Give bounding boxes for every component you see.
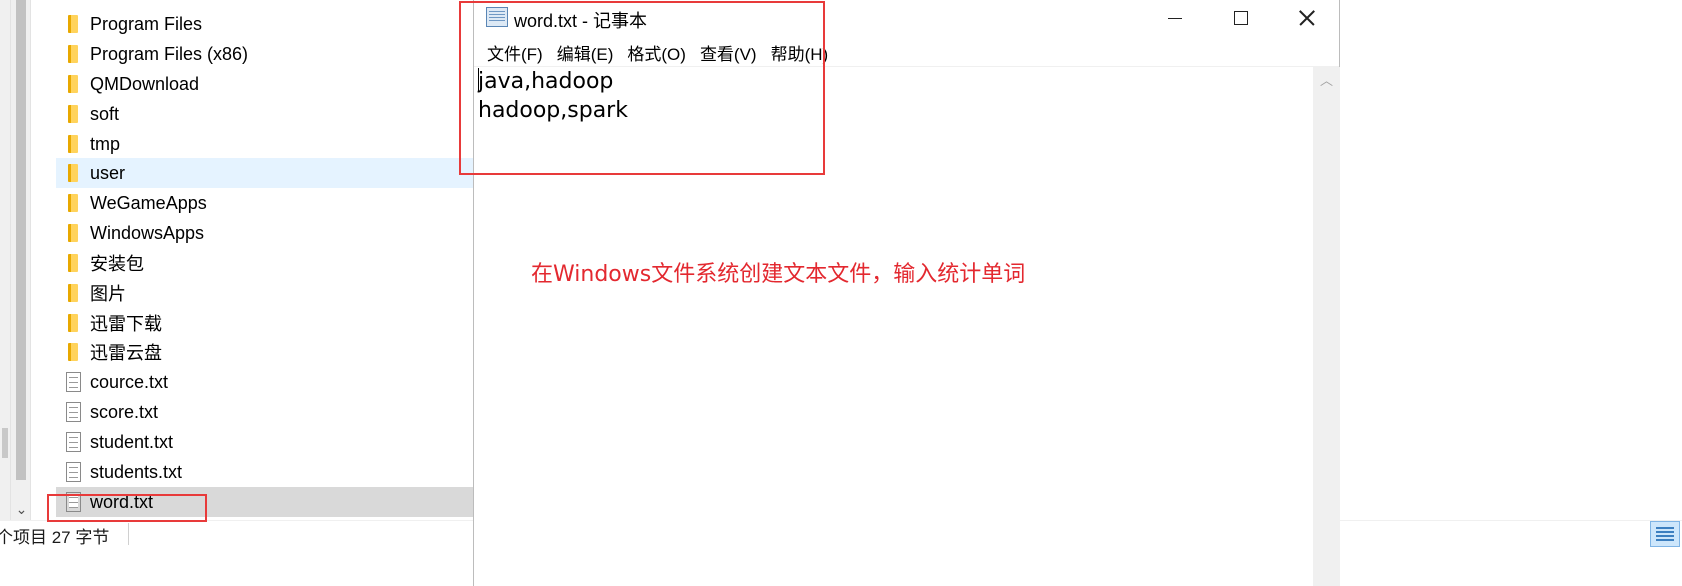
folder-icon bbox=[56, 69, 90, 99]
status-item-count: 个项目 27 字节 bbox=[0, 528, 110, 547]
editor-scrollbar[interactable]: ︿ bbox=[1313, 67, 1340, 586]
list-item[interactable]: QMDownload bbox=[56, 69, 526, 99]
scrollbar-thumb[interactable] bbox=[16, 0, 26, 480]
folder-icon bbox=[56, 9, 90, 39]
file-name: 安装包 bbox=[90, 254, 144, 274]
file-name: Program Files bbox=[90, 13, 203, 34]
file-list-scrollbar[interactable]: ⌄ bbox=[10, 0, 31, 520]
list-item[interactable]: 图片 bbox=[56, 278, 526, 308]
folder-icon bbox=[56, 248, 90, 278]
file-name: score.txt bbox=[90, 401, 159, 422]
file-name: QMDownload bbox=[90, 73, 200, 94]
folder-icon bbox=[56, 218, 90, 248]
minimize-button[interactable] bbox=[1142, 0, 1208, 37]
file-name: user bbox=[90, 162, 126, 183]
minimize-icon bbox=[1168, 17, 1182, 19]
notepad-highlight-box bbox=[459, 1, 825, 175]
maximize-button[interactable] bbox=[1208, 0, 1274, 37]
folder-icon bbox=[56, 278, 90, 308]
text-file-icon bbox=[56, 397, 90, 427]
status-divider bbox=[128, 523, 129, 545]
folder-icon bbox=[56, 308, 90, 338]
list-item[interactable]: soft bbox=[56, 99, 526, 129]
close-button[interactable] bbox=[1274, 0, 1340, 37]
folder-icon bbox=[56, 99, 90, 129]
details-view-button[interactable] bbox=[1650, 521, 1680, 547]
folder-icon bbox=[56, 188, 90, 218]
file-name: 迅雷下载 bbox=[90, 314, 162, 334]
maximize-icon bbox=[1234, 11, 1248, 25]
folder-icon bbox=[56, 158, 90, 188]
nav-pane-scroll-indicator[interactable] bbox=[2, 428, 8, 458]
list-item[interactable]: WeGameApps bbox=[56, 188, 526, 218]
file-name: student.txt bbox=[90, 431, 174, 452]
file-list: Program Files Program Files (x86) QMDown… bbox=[56, 0, 526, 520]
list-item[interactable]: cource.txt bbox=[56, 367, 526, 397]
list-item[interactable]: 安装包 bbox=[56, 248, 526, 278]
list-item[interactable]: students.txt bbox=[56, 457, 526, 487]
file-name: soft bbox=[90, 103, 120, 124]
file-highlight-box bbox=[47, 494, 207, 522]
list-item[interactable]: Program Files bbox=[56, 9, 526, 39]
list-item[interactable]: WindowsApps bbox=[56, 218, 526, 248]
list-item[interactable]: 迅雷下载 bbox=[56, 308, 526, 338]
text-file-icon bbox=[56, 367, 90, 397]
file-name: WeGameApps bbox=[90, 192, 207, 213]
scroll-up-arrow-icon[interactable]: ︿ bbox=[1313, 67, 1340, 91]
details-view-icon bbox=[1656, 527, 1674, 541]
folder-icon bbox=[56, 39, 90, 69]
file-name: WindowsApps bbox=[90, 222, 205, 243]
file-name: tmp bbox=[90, 133, 121, 154]
text-file-icon bbox=[56, 427, 90, 457]
list-item[interactable]: 迅雷云盘 bbox=[56, 337, 526, 367]
folder-icon bbox=[56, 129, 90, 159]
close-icon bbox=[1299, 10, 1315, 26]
annotation-text: 在Windows文件系统创建文本文件，输入统计单词 bbox=[531, 262, 1026, 287]
list-item[interactable]: Program Files (x86) bbox=[56, 39, 526, 69]
file-name: Program Files (x86) bbox=[90, 43, 249, 64]
scroll-down-arrow-icon[interactable]: ⌄ bbox=[11, 498, 32, 520]
folder-icon bbox=[56, 337, 90, 367]
list-item-hovered[interactable]: user bbox=[56, 158, 526, 188]
list-item[interactable]: student.txt bbox=[56, 427, 526, 457]
navigation-pane-edge bbox=[0, 0, 10, 520]
file-name: students.txt bbox=[90, 461, 183, 482]
file-name: 图片 bbox=[90, 284, 126, 304]
file-name: cource.txt bbox=[90, 371, 169, 392]
list-item[interactable]: tmp bbox=[56, 129, 526, 159]
file-name: 迅雷云盘 bbox=[90, 343, 162, 363]
list-item[interactable]: score.txt bbox=[56, 397, 526, 427]
text-file-icon bbox=[56, 457, 90, 487]
